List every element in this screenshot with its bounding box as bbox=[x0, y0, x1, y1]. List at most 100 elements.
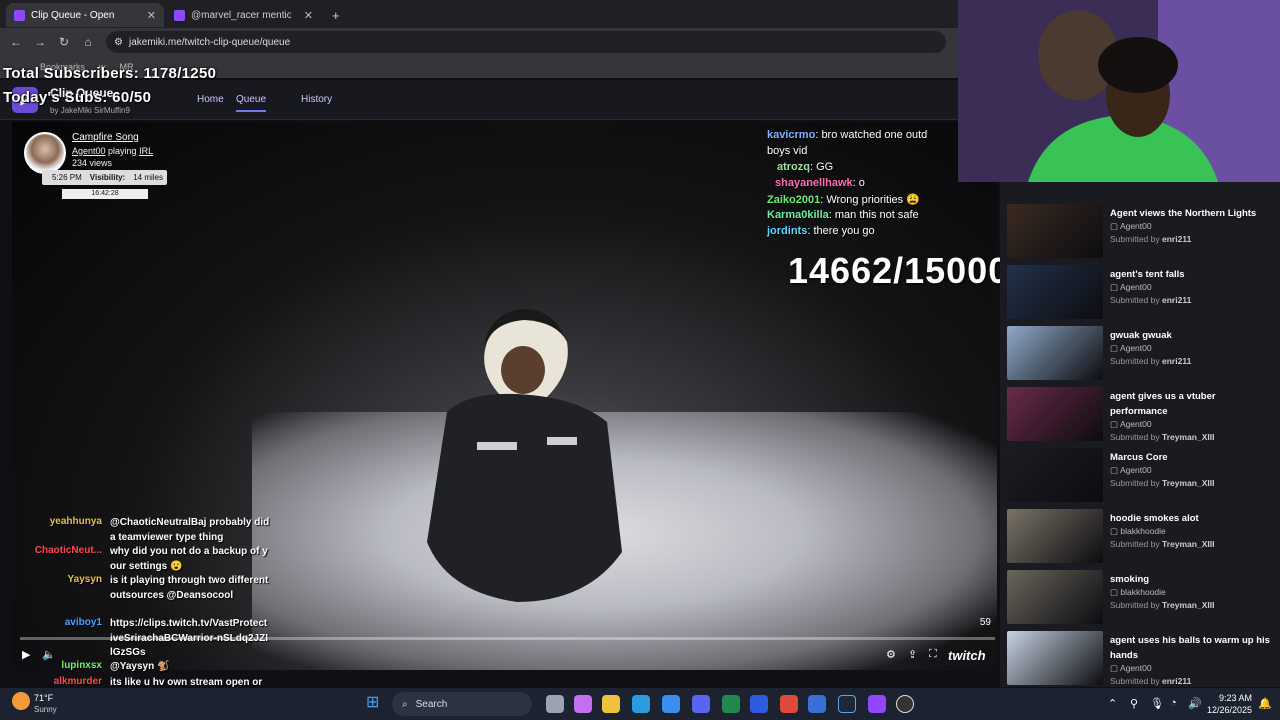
chat-text: man this not safe bbox=[834, 209, 919, 221]
chat-username[interactable]: shayanellhawk bbox=[775, 177, 853, 189]
chat-username[interactable]: Karma0killa bbox=[767, 209, 829, 221]
clip-thumbnail[interactable] bbox=[1007, 631, 1103, 685]
twitch-logo[interactable]: twitch bbox=[948, 648, 986, 663]
queue-item-title[interactable]: Marcus Core bbox=[1110, 450, 1270, 465]
obs-icon[interactable] bbox=[896, 695, 914, 713]
app-icon[interactable] bbox=[808, 695, 826, 713]
app-icon[interactable] bbox=[750, 695, 768, 713]
queue-item[interactable]: agent gives us a vtuber performance ▢ Age… bbox=[1000, 387, 1280, 445]
category-link[interactable]: IRL bbox=[139, 146, 153, 156]
reload-icon[interactable]: ↻ bbox=[52, 35, 76, 49]
home-icon[interactable]: ⌂ bbox=[76, 35, 100, 49]
chat-bubble-icon: ▢ bbox=[1110, 465, 1120, 475]
nav-history[interactable]: History bbox=[301, 94, 332, 105]
volume-icon[interactable]: 🔈 bbox=[42, 648, 56, 661]
channel-link[interactable]: Agent00 bbox=[72, 146, 106, 156]
clip-thumbnail[interactable] bbox=[1007, 448, 1103, 502]
clip-title[interactable]: Campfire Song bbox=[72, 132, 139, 143]
nav-home[interactable]: Home bbox=[197, 94, 224, 105]
excel-icon[interactable] bbox=[722, 695, 740, 713]
taskbar-search[interactable]: ⌕ Search bbox=[392, 692, 532, 716]
clip-thumbnail[interactable] bbox=[1007, 570, 1103, 624]
author-link[interactable]: SirMuffin9 bbox=[94, 106, 130, 115]
channel-avatar[interactable] bbox=[24, 132, 66, 174]
chat-username[interactable]: kavicrmo bbox=[767, 129, 815, 141]
share-icon[interactable]: ⇪ bbox=[908, 648, 917, 661]
queue-item[interactable]: hoodie smokes alot ▢ blakkhoodie Submitted… bbox=[1000, 509, 1280, 567]
queue-item[interactable]: agent's tent falls ▢ Agent00 Submitted by … bbox=[1000, 265, 1280, 323]
weather-icon[interactable] bbox=[12, 692, 30, 710]
view-count: 234 views bbox=[72, 158, 113, 168]
chat-username[interactable]: jordints bbox=[767, 225, 807, 237]
browser-tab-bar: Clip Queue - Open ✕ @marvel_racer mentio… bbox=[0, 0, 958, 28]
copilot-icon[interactable] bbox=[574, 695, 592, 713]
queue-item-title[interactable]: agent's tent falls bbox=[1110, 267, 1270, 282]
chat-text: @ChaoticNeutralBaj probably did a teamvi… bbox=[110, 517, 270, 543]
queue-item-title[interactable]: gwuak gwuak bbox=[1110, 328, 1270, 343]
clip-thumbnail[interactable] bbox=[1007, 509, 1103, 563]
queue-item[interactable]: gwuak gwuak ▢ Agent00 Submitted by enri211 bbox=[1000, 326, 1280, 384]
queue-item-title[interactable]: Agent views the Northern Lights bbox=[1110, 206, 1270, 221]
chat-username[interactable]: aviboy1 bbox=[2, 617, 102, 628]
fullscreen-icon[interactable]: ⛶ bbox=[929, 648, 937, 661]
queue-item[interactable]: smoking ▢ blakkhoodie Submitted by Treyman… bbox=[1000, 570, 1280, 628]
queue-item-title[interactable]: agent gives us a vtuber performance bbox=[1110, 389, 1270, 419]
chat-username[interactable]: alkmurder bbox=[2, 676, 102, 687]
clip-thumbnail[interactable] bbox=[1007, 326, 1103, 380]
webcam-scene bbox=[958, 0, 1280, 182]
stream-info-box: 5:26 PM Visibility: 14 miles bbox=[42, 170, 167, 185]
weather-temp[interactable]: 71°F bbox=[34, 693, 53, 703]
back-icon[interactable]: ← bbox=[4, 35, 28, 49]
task-view-icon[interactable] bbox=[546, 695, 564, 713]
notification-icon[interactable]: 🔔 bbox=[1258, 697, 1272, 710]
clip-thumbnail[interactable] bbox=[1007, 387, 1103, 441]
site-info-icon[interactable]: ⚙ bbox=[114, 37, 123, 48]
clip-thumbnail[interactable] bbox=[1007, 265, 1103, 319]
edge-icon[interactable] bbox=[632, 695, 650, 713]
queue-item-title[interactable]: smoking bbox=[1110, 572, 1270, 587]
chat-username[interactable]: lupinxsx bbox=[2, 660, 102, 671]
chat-username[interactable]: Zaiko2001 bbox=[767, 194, 820, 206]
queue-item-submitter: Submitted by Treyman_XIII bbox=[1110, 600, 1215, 610]
clip-thumbnail[interactable] bbox=[1007, 204, 1103, 258]
windows-start-icon[interactable]: ⊞ bbox=[366, 694, 384, 712]
chat-username[interactable]: ChaoticNeut... bbox=[2, 545, 102, 556]
system-clock[interactable]: 9:23 AM 12/26/2025 bbox=[1200, 692, 1252, 716]
weather-desc[interactable]: Sunny bbox=[34, 705, 57, 714]
settings-icon[interactable]: ⚙ bbox=[886, 648, 896, 661]
chat-username[interactable]: Yaysyn bbox=[2, 574, 102, 585]
tray-chevron-icon[interactable]: ⌃ bbox=[1108, 697, 1117, 710]
author-link[interactable]: JakeMiki bbox=[61, 106, 92, 115]
queue-item-submitter: Submitted by enri211 bbox=[1110, 676, 1192, 686]
queue-item-channel: ▢ Agent00 bbox=[1110, 465, 1152, 475]
discord-icon[interactable] bbox=[692, 695, 710, 713]
goal-counter: 14662/15000 bbox=[788, 250, 1010, 291]
wifi-icon[interactable]: ◔ bbox=[1170, 697, 1177, 709]
progress-bar[interactable] bbox=[20, 637, 995, 640]
queue-item[interactable]: Agent views the Northern Lights ▢ Agent00… bbox=[1000, 204, 1280, 262]
queue-item-title[interactable]: hoodie smokes alot bbox=[1110, 511, 1270, 526]
network-icon[interactable]: ⚲ bbox=[1130, 697, 1138, 710]
tab-clip-queue[interactable]: Clip Queue - Open ✕ bbox=[6, 3, 164, 27]
close-tab-icon[interactable]: ✕ bbox=[147, 9, 156, 22]
chat-username[interactable]: yeahhunya bbox=[2, 516, 102, 527]
mic-icon[interactable]: 🎙 bbox=[1150, 697, 1164, 710]
steam-icon[interactable] bbox=[838, 695, 856, 713]
close-tab-icon[interactable]: ✕ bbox=[304, 9, 313, 22]
forward-icon[interactable]: → bbox=[28, 35, 52, 49]
chrome-icon[interactable] bbox=[780, 695, 798, 713]
url-input[interactable]: ⚙ jakemiki.me/twitch-clip-queue/queue bbox=[106, 31, 946, 53]
chat-username[interactable]: atrozq bbox=[777, 161, 810, 173]
chat-text: there you go bbox=[813, 225, 875, 237]
chat-text: boys vid bbox=[767, 145, 808, 157]
nav-queue[interactable]: Queue bbox=[236, 94, 267, 112]
queue-item-title[interactable]: agent uses his balls to warm up his hand… bbox=[1110, 633, 1270, 663]
tab-mentions[interactable]: @marvel_racer mentioned ✕ bbox=[166, 3, 321, 27]
store-icon[interactable] bbox=[662, 695, 680, 713]
play-icon[interactable]: ▶ bbox=[22, 648, 30, 661]
file-explorer-icon[interactable] bbox=[602, 695, 620, 713]
queue-item[interactable]: agent uses his balls to warm up his hand… bbox=[1000, 631, 1280, 687]
new-tab-button[interactable]: + bbox=[324, 3, 346, 27]
queue-item[interactable]: Marcus Core ▢ Agent00 Submitted by Treyman… bbox=[1000, 448, 1280, 506]
twitch-icon[interactable] bbox=[868, 695, 886, 713]
